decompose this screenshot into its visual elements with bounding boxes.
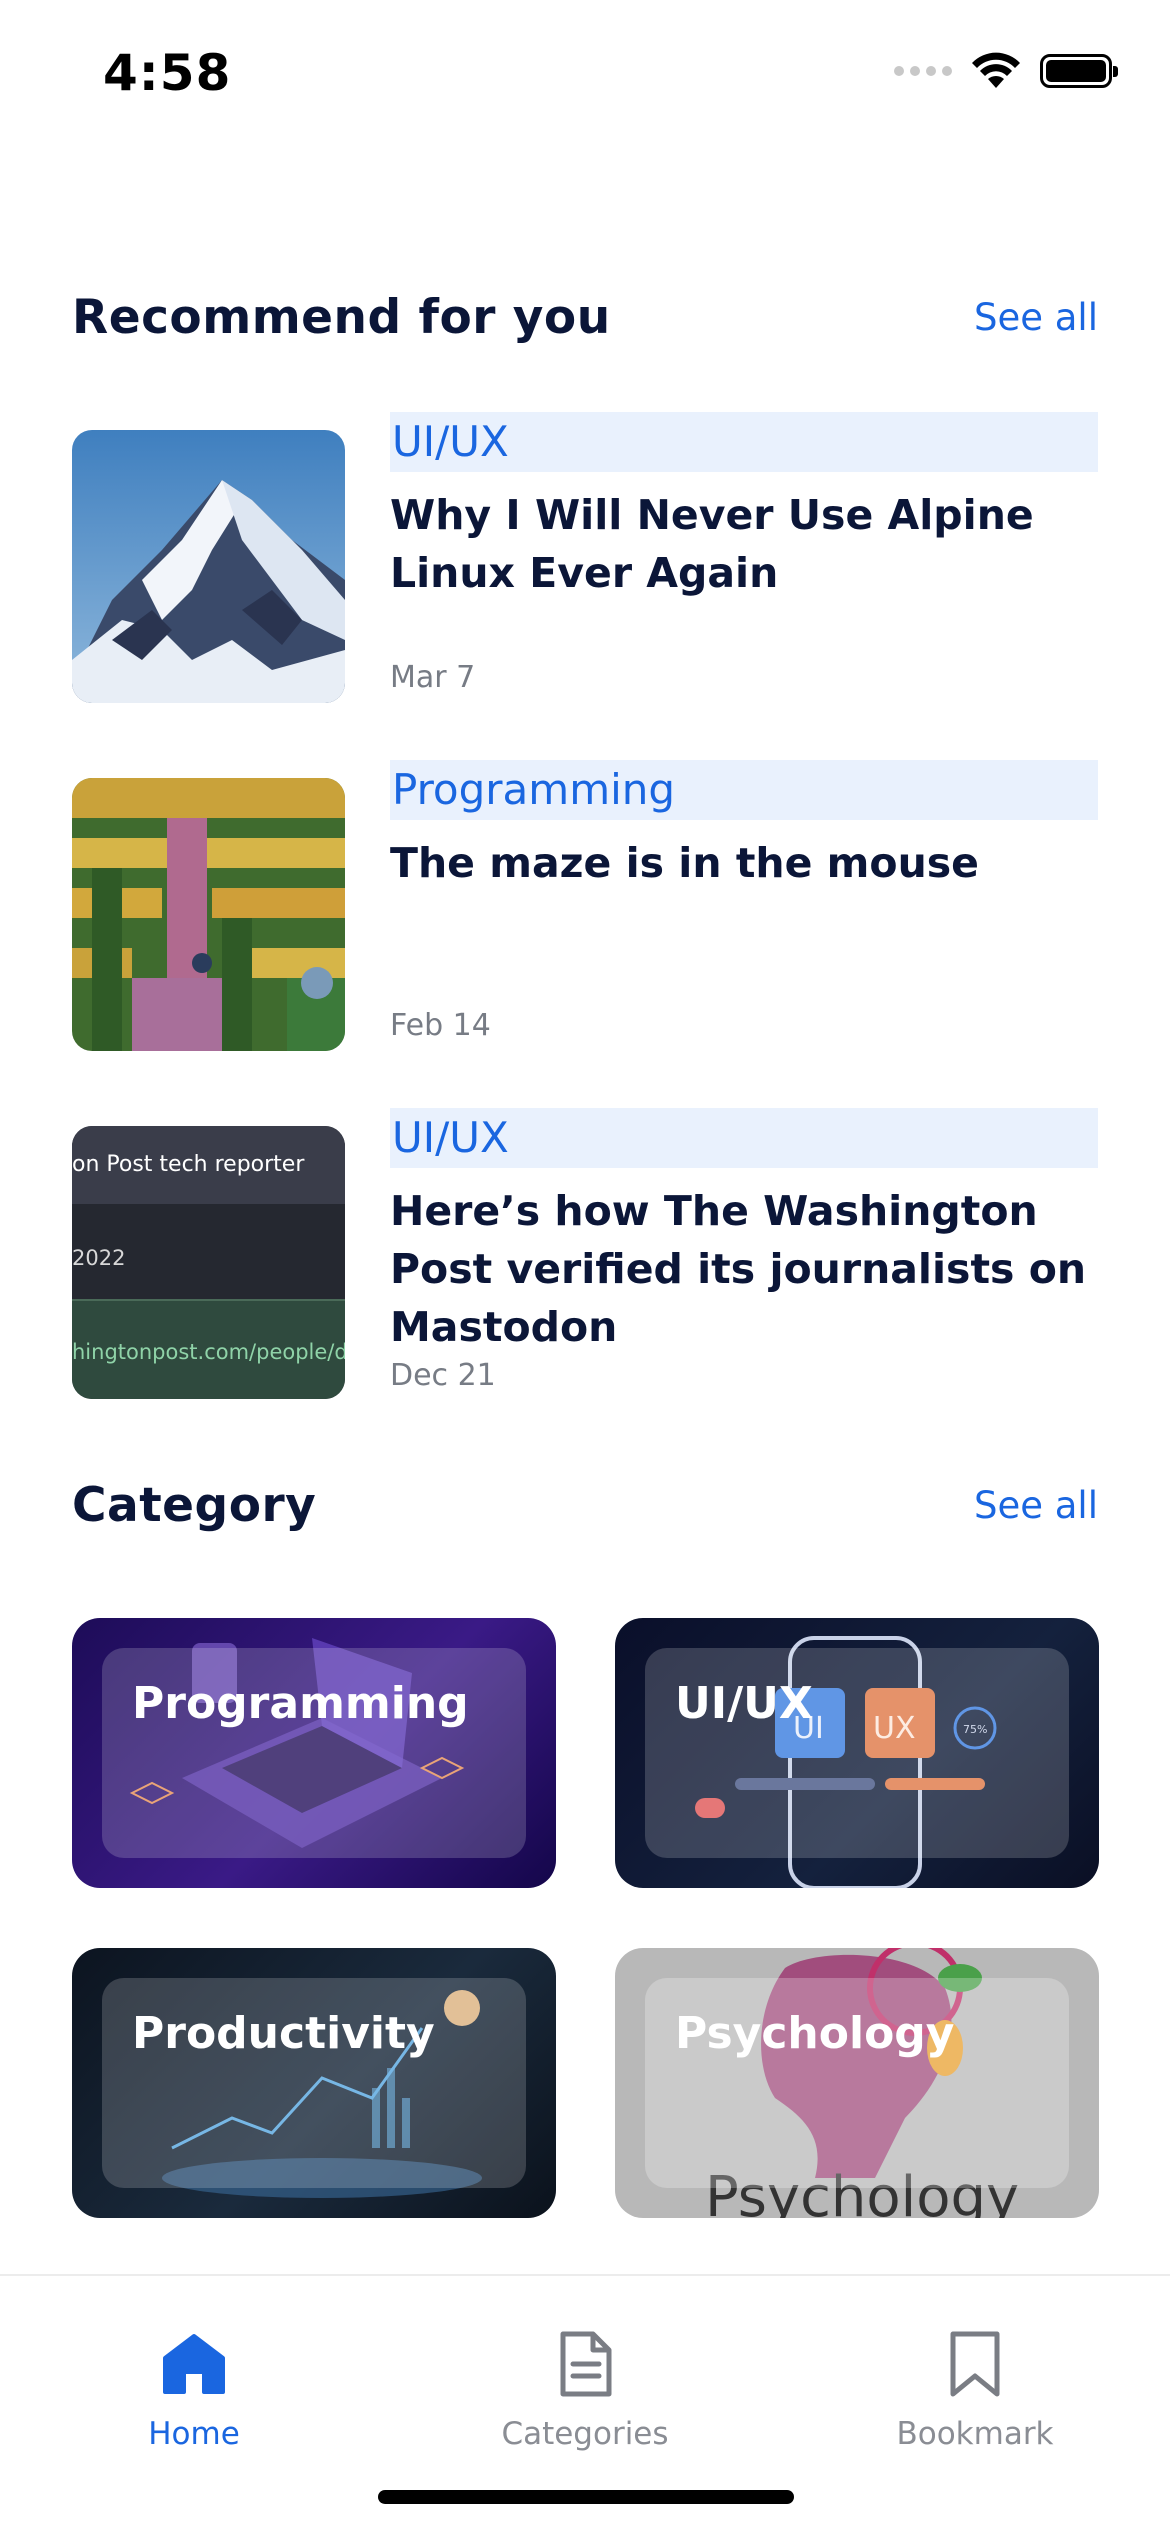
article-date: Mar 7 xyxy=(390,660,476,695)
article-card[interactable]: UI/UX Why I Will Never Use Alpine Linux … xyxy=(72,412,1098,712)
recommend-see-all-link[interactable]: See all xyxy=(974,296,1098,339)
article-title: Why I Will Never Use Alpine Linux Ever A… xyxy=(390,491,1034,597)
article-thumbnail: on Post tech reporter 2022 hingtonpost.c… xyxy=(72,1126,345,1399)
thumbnail-text: on Post tech reporter xyxy=(72,1152,305,1177)
nav-label-bookmark: Bookmark xyxy=(896,2416,1054,2452)
home-icon xyxy=(156,2326,232,2402)
article-category-tag: Programming xyxy=(390,760,1098,820)
cellular-signal-icon xyxy=(894,66,952,76)
category-label: UI/UX xyxy=(675,1678,813,1729)
nav-label-home: Home xyxy=(148,2416,240,2452)
bookmark-icon xyxy=(937,2326,1013,2402)
category-card-psychology[interactable]: Psychology Psychology xyxy=(615,1948,1099,2218)
category-label: Psychology xyxy=(675,2008,955,2059)
article-card[interactable]: on Post tech reporter 2022 hingtonpost.c… xyxy=(72,1108,1098,1408)
category-title: Category xyxy=(72,1478,317,1533)
category-label: Productivity xyxy=(132,2008,435,2059)
thumbnail-text: hingtonpost.com/people/dre xyxy=(72,1340,345,1364)
nav-label-categories: Categories xyxy=(501,2416,669,2452)
category-card-productivity[interactable]: Productivity xyxy=(72,1948,556,2218)
article-thumbnail xyxy=(72,430,345,703)
article-date: Feb 14 xyxy=(390,1008,491,1043)
document-icon xyxy=(547,2326,623,2402)
category-card-uiux[interactable]: UI UX 75% UI/UX xyxy=(615,1618,1099,1888)
recommend-title: Recommend for you xyxy=(72,290,611,345)
nav-item-bookmark[interactable]: Bookmark xyxy=(855,2326,1095,2452)
nav-item-categories[interactable]: Categories xyxy=(465,2326,705,2452)
article-title: The maze is in the mouse xyxy=(390,839,979,887)
article-category-tag: UI/UX xyxy=(390,1108,1098,1168)
home-indicator[interactable] xyxy=(378,2490,794,2504)
status-icons xyxy=(894,52,1118,90)
category-card-programming[interactable]: Programming xyxy=(72,1618,556,1888)
status-time: 4:58 xyxy=(103,44,232,102)
article-category-tag: UI/UX xyxy=(390,412,1098,472)
category-header: Category See all xyxy=(72,1478,1098,1533)
thumbnail-text: 2022 xyxy=(72,1246,126,1270)
article-date: Dec 21 xyxy=(390,1358,496,1393)
article-card[interactable]: Programming The maze is in the mouse Feb… xyxy=(72,760,1098,1060)
wifi-icon xyxy=(972,52,1020,88)
battery-icon xyxy=(1040,54,1118,88)
status-bar: 4:58 xyxy=(0,0,1170,150)
nav-item-home[interactable]: Home xyxy=(74,2326,314,2452)
category-label: Programming xyxy=(132,1678,469,1729)
article-thumbnail xyxy=(72,778,345,1051)
article-title: Here’s how The Washington Post verified … xyxy=(390,1187,1087,1351)
recommend-header: Recommend for you See all xyxy=(72,290,1098,345)
category-see-all-link[interactable]: See all xyxy=(974,1484,1098,1527)
